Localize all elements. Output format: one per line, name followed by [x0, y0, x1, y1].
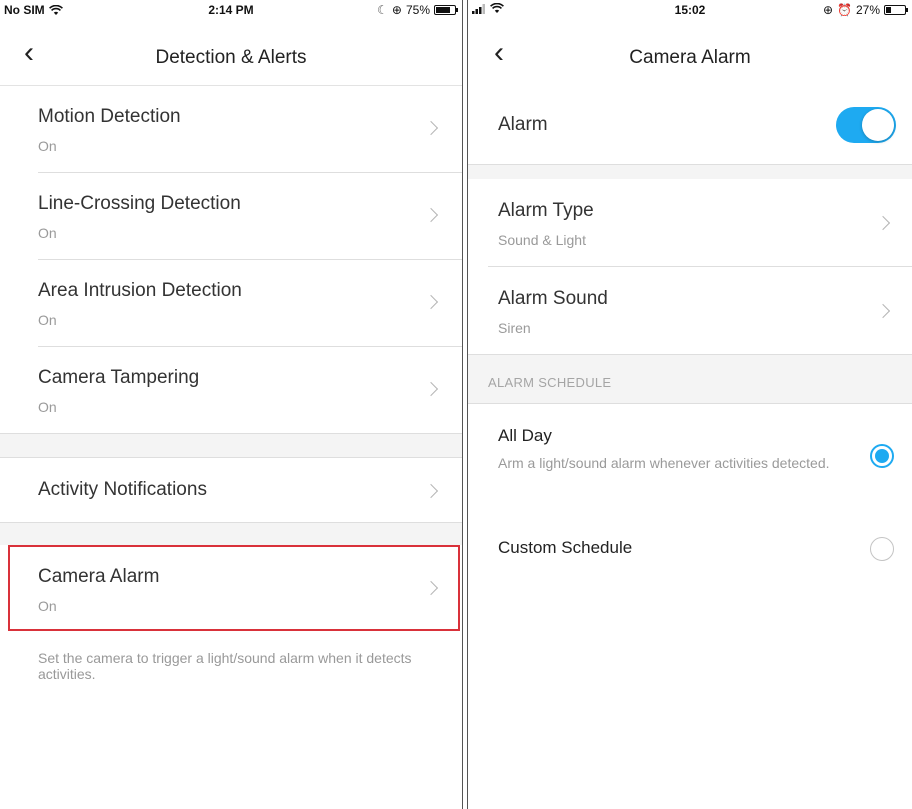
list-item-alarm-sound[interactable]: Alarm Sound Siren — [468, 267, 912, 354]
alarm-toggle[interactable] — [836, 107, 896, 143]
chevron-right-icon — [423, 483, 439, 499]
section-gap — [0, 434, 462, 457]
chevron-right-icon — [423, 381, 439, 397]
detection-alerts-screen: No SIM 2:14 PM ☾ ⊕ 75% ‹ Detection & Ale… — [0, 0, 463, 809]
battery-percent: 27% — [855, 3, 880, 17]
alarm-clock-icon: ⏰ — [837, 3, 852, 17]
moon-icon: ☾ — [377, 3, 388, 17]
list-item-alarm-type[interactable]: Alarm Type Sound & Light — [468, 179, 912, 266]
chevron-right-icon — [875, 215, 891, 231]
schedule-option-custom[interactable]: Custom Schedule — [468, 526, 912, 576]
page-title: Detection & Alerts — [155, 47, 307, 68]
section-gap — [468, 165, 912, 179]
status-bar: 15:02 ⊕ ⏰ 27% — [468, 0, 912, 20]
camera-alarm-hint: Set the camera to trigger a light/sound … — [38, 650, 412, 682]
list-item-motion-detection[interactable]: Motion Detection On — [0, 86, 462, 172]
settings-list: Motion Detection On Line-Crossing Detect… — [0, 86, 462, 809]
alarm-settings: Alarm Alarm Type Sound & Light Alarm Sou… — [468, 86, 912, 809]
chevron-right-icon — [423, 207, 439, 223]
list-item-line-crossing-detection[interactable]: Line-Crossing Detection On — [0, 173, 462, 259]
alarm-row: Alarm — [468, 86, 912, 164]
nav-bar: ‹ Camera Alarm — [468, 20, 912, 86]
battery-icon — [434, 5, 458, 15]
battery-percent: 75% — [405, 3, 430, 17]
section-gap — [0, 523, 462, 545]
list-item-activity-notifications[interactable]: Activity Notifications — [0, 458, 462, 522]
rotation-lock-icon: ⊕ — [822, 3, 834, 17]
chevron-right-icon — [423, 294, 439, 310]
battery-icon — [884, 5, 908, 15]
highlight-box — [8, 545, 460, 631]
toggle-knob — [862, 109, 894, 141]
rotation-lock-icon: ⊕ — [391, 3, 402, 17]
alarm-schedule-header: ALARM SCHEDULE — [468, 355, 912, 403]
page-title: Camera Alarm — [629, 47, 751, 68]
radio-unselected[interactable] — [870, 537, 894, 561]
list-item-area-intrusion-detection[interactable]: Area Intrusion Detection On — [0, 260, 462, 346]
list-item-camera-tampering[interactable]: Camera Tampering On — [0, 347, 462, 433]
status-bar: No SIM 2:14 PM ☾ ⊕ 75% — [0, 0, 462, 20]
chevron-right-icon — [423, 120, 439, 136]
chevron-right-icon — [875, 303, 891, 319]
radio-selected[interactable] — [870, 444, 894, 468]
nav-bar: ‹ Detection & Alerts — [0, 20, 462, 86]
camera-alarm-screen: 15:02 ⊕ ⏰ 27% ‹ Camera Alarm Alarm Alarm… — [467, 0, 912, 809]
schedule-option-all-day[interactable]: All Day Arm a light/sound alarm whenever… — [468, 404, 912, 514]
